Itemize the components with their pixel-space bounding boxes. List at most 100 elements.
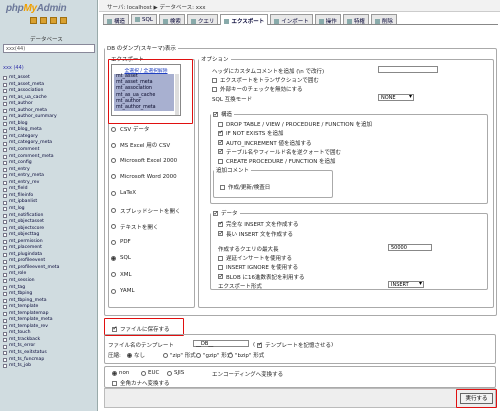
remember-template-checkbox[interactable]	[257, 341, 263, 348]
table-icon[interactable]	[3, 161, 7, 166]
table-link[interactable]: mt_ts_job	[3, 363, 97, 370]
table-icon[interactable]	[3, 325, 7, 330]
table-icon[interactable]	[3, 82, 7, 87]
tab-8[interactable]: 削除	[370, 14, 397, 25]
help-icon[interactable]	[60, 17, 67, 24]
format-option[interactable]: XML	[111, 272, 132, 278]
table-icon[interactable]	[3, 318, 7, 323]
structure-option-checkbox[interactable]	[218, 121, 223, 127]
transaction-checkbox[interactable]	[212, 77, 217, 83]
table-icon[interactable]	[3, 141, 7, 146]
data-option[interactable]: 完全な INSERT 文を作成する	[218, 220, 298, 228]
compress-option[interactable]: なし	[127, 351, 145, 359]
table-icon[interactable]	[3, 76, 7, 81]
table-icon[interactable]	[3, 298, 7, 303]
structure-option[interactable]: DROP TABLE / VIEW / PROCEDURE / FUNCTION…	[218, 120, 372, 128]
template-input[interactable]: __DB__	[193, 340, 249, 347]
data-option-checkbox[interactable]	[218, 220, 224, 227]
table-icon[interactable]	[3, 207, 7, 212]
tab-1[interactable]: SQL	[131, 14, 157, 24]
data-option[interactable]: 遅延インサートを使用する	[218, 254, 292, 262]
format-radio[interactable]	[111, 158, 116, 164]
sql-window-icon[interactable]	[40, 17, 47, 24]
fk-checks-option[interactable]: 外部キーのチェックを無効にする	[212, 85, 303, 93]
table-icon[interactable]	[3, 95, 7, 100]
data-legend[interactable]: データ	[211, 209, 240, 217]
structure-option-checkbox[interactable]	[218, 148, 224, 155]
table-icon[interactable]	[3, 338, 7, 343]
data-option-checkbox[interactable]	[218, 230, 224, 237]
encoding-option[interactable]: non	[112, 370, 129, 376]
table-icon[interactable]	[3, 115, 7, 120]
structure-option-checkbox[interactable]	[218, 129, 224, 136]
format-radio[interactable]	[111, 174, 116, 180]
export-type-select[interactable]: INSERT	[388, 281, 424, 288]
table-icon[interactable]	[3, 357, 7, 362]
table-icon[interactable]	[3, 194, 7, 199]
format-option[interactable]: PDF	[111, 239, 131, 245]
table-icon[interactable]	[3, 200, 7, 205]
data-option-checkbox[interactable]	[218, 273, 224, 280]
compress-radio[interactable]	[228, 352, 233, 358]
table-icon[interactable]	[3, 331, 7, 336]
table-icon[interactable]	[3, 305, 7, 310]
compat-select[interactable]: NONE	[378, 94, 414, 101]
structure-option-checkbox[interactable]	[218, 139, 224, 146]
breadcrumb[interactable]: サーバ: localhost ▶ データベース: xxx	[99, 0, 500, 12]
comment-date-checkbox[interactable]	[220, 184, 225, 190]
docs-icon[interactable]	[50, 17, 57, 24]
format-option[interactable]: MS Excel 用の CSV	[111, 141, 170, 149]
structure-option[interactable]: IF NOT EXISTS を追加	[218, 129, 284, 137]
format-radio[interactable]	[111, 224, 116, 230]
structure-legend[interactable]: 構造	[211, 110, 234, 118]
tab-3[interactable]: クエリ	[186, 14, 219, 25]
data-option-checkbox[interactable]	[218, 255, 223, 261]
tab-4[interactable]: エクスポート	[220, 14, 269, 25]
table-icon[interactable]	[3, 233, 7, 238]
format-option[interactable]: スプレッドシートを開く	[111, 207, 181, 215]
compress-option[interactable]: "bzip" 形式	[228, 351, 264, 359]
table-icon[interactable]	[3, 226, 7, 231]
data-option[interactable]: BLOB に16進数表記を利用する	[218, 273, 305, 281]
remember-template-option[interactable]: (テンプレートを記憶させる)	[253, 341, 333, 349]
format-radio[interactable]	[111, 142, 116, 148]
table-icon[interactable]	[3, 220, 7, 225]
format-option[interactable]: Microsoft Excel 2000	[111, 158, 177, 164]
table-icon[interactable]	[3, 213, 7, 218]
tab-2[interactable]: 検索	[158, 14, 185, 25]
table-icon[interactable]	[3, 279, 7, 284]
structure-option[interactable]: CREATE PROCEDURE / FUNCTION を追加	[218, 157, 336, 165]
kana-option[interactable]: 全角カナへ変換する	[112, 379, 170, 387]
table-icon[interactable]	[3, 154, 7, 159]
compress-option[interactable]: "zip" 形式	[163, 351, 196, 359]
format-option[interactable]: テキストを開く	[111, 223, 158, 231]
encoding-option[interactable]: EUC	[141, 370, 159, 376]
format-option[interactable]: YAML	[111, 288, 135, 294]
database-name-link[interactable]: xxx (44)	[3, 65, 24, 71]
format-radio[interactable]	[111, 272, 116, 278]
tab-0[interactable]: 構造	[103, 14, 130, 25]
tab-6[interactable]: 操作	[314, 14, 341, 25]
table-icon[interactable]	[3, 272, 7, 277]
table-icon[interactable]	[3, 285, 7, 290]
table-icon[interactable]	[3, 266, 7, 271]
table-icon[interactable]	[3, 174, 7, 179]
comment-date-option[interactable]: 作成/更新/検査日	[220, 183, 270, 191]
compress-radio[interactable]	[163, 352, 168, 358]
table-icon[interactable]	[3, 181, 7, 186]
database-select[interactable]: xxx(44)	[3, 44, 95, 53]
structure-option-checkbox[interactable]	[218, 158, 223, 164]
table-icon[interactable]	[3, 253, 7, 258]
data-option[interactable]: 長い INSERT 文を作成する	[218, 230, 293, 238]
table-icon[interactable]	[3, 311, 7, 316]
format-option[interactable]: Microsoft Word 2000	[111, 174, 177, 180]
table-icon[interactable]	[3, 122, 7, 127]
table-icon[interactable]	[3, 351, 7, 356]
table-icon[interactable]	[3, 148, 7, 153]
kana-checkbox[interactable]	[112, 380, 117, 386]
structure-option[interactable]: テーブル名やフィールド名を逆クォートで囲む	[218, 148, 341, 156]
table-icon[interactable]	[3, 259, 7, 264]
format-radio[interactable]	[111, 239, 116, 245]
format-radio[interactable]	[111, 126, 116, 132]
encoding-option[interactable]: SJIS	[167, 370, 184, 376]
